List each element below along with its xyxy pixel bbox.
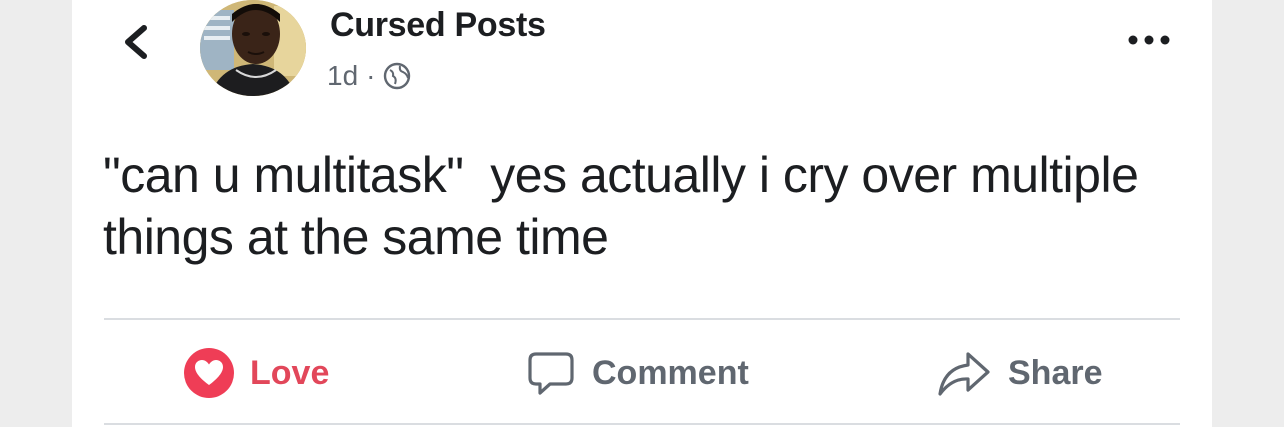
post-text: "can u multitask" yes actually i cry ove…: [103, 144, 1193, 268]
meta-separator: ·: [366, 60, 376, 91]
share-button[interactable]: Share: [936, 347, 1103, 399]
divider: [104, 318, 1180, 320]
love-label: Love: [250, 353, 330, 392]
love-button[interactable]: Love: [184, 347, 329, 399]
heart-icon: [184, 348, 234, 398]
back-arrow-icon[interactable]: [118, 22, 154, 62]
share-icon: [938, 352, 990, 396]
post-text-quote: "can u multitask": [103, 147, 464, 203]
more-options-icon[interactable]: [1124, 28, 1174, 52]
share-label: Share: [1008, 353, 1103, 392]
divider: [104, 423, 1180, 425]
post-time[interactable]: 1d: [327, 60, 358, 92]
comment-icon: [528, 352, 574, 395]
globe-icon: [384, 62, 411, 90]
author-name[interactable]: Cursed Posts: [330, 6, 546, 45]
comment-button[interactable]: Comment: [526, 347, 749, 399]
comment-label: Comment: [592, 353, 749, 392]
post-meta: 1d ·: [327, 60, 411, 92]
avatar[interactable]: [200, 0, 306, 96]
